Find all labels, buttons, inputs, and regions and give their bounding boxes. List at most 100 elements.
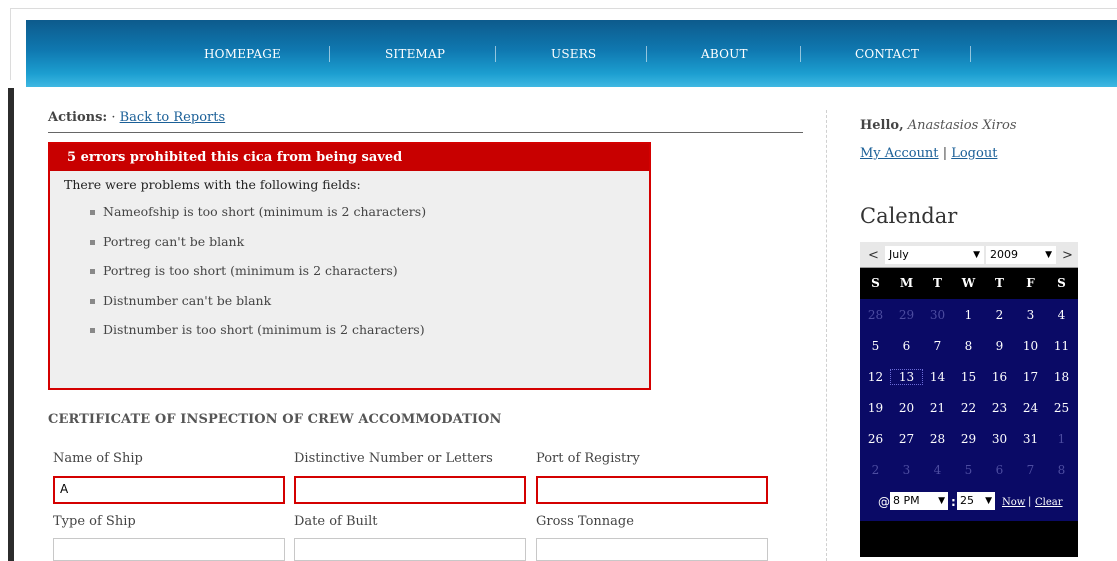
nav-separator [800,46,801,62]
calendar-day[interactable]: 30 [984,432,1015,446]
type-of-ship-input[interactable] [53,538,285,561]
calendar-day[interactable]: 1 [953,308,984,322]
user-name: Anastasios Xiros [907,118,1017,133]
calendar-day[interactable]: 27 [891,432,922,446]
calendar-day[interactable]: 26 [860,432,891,446]
calendar-day[interactable]: 24 [1015,401,1046,415]
calendar-day[interactable]: 6 [984,463,1015,477]
error-text: Portreg is too short (minimum is 2 chara… [103,263,398,278]
calendar-day[interactable]: 5 [953,463,984,477]
calendar-day[interactable]: 8 [1046,463,1077,477]
chevron-down-icon: ▼ [973,250,980,260]
error-item: Nameofship is too short (minimum is 2 ch… [90,202,649,232]
calendar-day[interactable]: 19 [860,401,891,415]
nav-separator [329,46,330,62]
error-text: Nameofship is too short (minimum is 2 ch… [103,204,427,219]
nav-homepage[interactable]: HOMEPAGE [204,47,281,61]
left-border-bar [8,88,14,561]
clear-link[interactable]: Clear [1035,497,1063,508]
calendar-day[interactable]: 13 [890,369,923,385]
weekday-label: T [933,276,942,290]
calendar-day[interactable]: 22 [953,401,984,415]
calendar-day[interactable]: 29 [953,432,984,446]
calendar-day[interactable]: 6 [891,339,922,353]
error-item: Portreg can't be blank [90,232,649,262]
hour-select[interactable]: 8 PM ▼ [890,492,948,510]
calendar-day[interactable]: 14 [922,370,953,384]
error-title: 5 errors prohibited this cica from being… [50,144,649,171]
calendar-controls: < July ▼ 2009 ▼ > [860,242,1078,268]
calendar-day[interactable]: 3 [891,463,922,477]
calendar-day[interactable]: 28 [860,308,891,322]
back-to-reports-link[interactable]: Back to Reports [120,110,226,125]
next-month-icon[interactable]: > [1062,248,1073,263]
weekday-label: M [899,276,914,290]
actions-bullet: · [111,110,116,125]
calendar-day[interactable]: 17 [1015,370,1046,384]
type-of-ship-label: Type of Ship [53,514,136,529]
calendar-day[interactable]: 11 [1046,339,1077,353]
date-of-built-label: Date of Built [294,514,378,529]
month-select[interactable]: July ▼ [885,246,984,264]
calendar-day[interactable]: 31 [1015,432,1046,446]
nav-separator [970,46,971,62]
calendar-day[interactable]: 20 [891,401,922,415]
calendar-day[interactable]: 7 [1015,463,1046,477]
weekday-label: W [961,276,976,290]
now-link[interactable]: Now [1002,497,1025,508]
calendar-day[interactable]: 21 [922,401,953,415]
calendar-day[interactable]: 10 [1015,339,1046,353]
calendar-day[interactable]: 18 [1046,370,1077,384]
calendar-day[interactable]: 5 [860,339,891,353]
calendar-day[interactable]: 2 [984,308,1015,322]
calendar-day[interactable]: 28 [922,432,953,446]
weekday-label: T [995,276,1004,290]
calendar-day[interactable]: 16 [984,370,1015,384]
time-bar: @ 8 PM ▼ : 25 ▼ Now | Clear [860,485,1078,521]
calendar-day[interactable]: 3 [1015,308,1046,322]
calendar-day[interactable]: 30 [922,308,953,322]
logout-link[interactable]: Logout [951,146,997,161]
year-select[interactable]: 2009 ▼ [986,246,1056,264]
error-text: Distnumber is too short (minimum is 2 ch… [103,322,425,337]
name-of-ship-label: Name of Ship [53,451,143,466]
calendar-day[interactable]: 4 [1046,308,1077,322]
distinctive-number-label: Distinctive Number or Letters [294,451,493,466]
calendar-day[interactable]: 7 [922,339,953,353]
nav-contact[interactable]: CONTACT [855,47,919,61]
distinctive-number-input[interactable] [294,476,526,504]
error-text: Distnumber can't be blank [103,292,272,308]
actions-divider [48,132,803,133]
my-account-link[interactable]: My Account [860,146,939,161]
sidebar-divider [826,110,827,561]
calendar-day[interactable]: 15 [953,370,984,384]
time-colon: : [951,495,956,509]
hour-value: 8 PM [893,494,920,507]
gross-tonnage-input[interactable] [536,538,768,561]
weekday-label: S [1057,276,1066,290]
minute-select[interactable]: 25 ▼ [957,492,995,510]
calendar-day[interactable]: 2 [860,463,891,477]
calendar-day[interactable]: 1 [1046,432,1077,446]
date-of-built-input[interactable] [294,538,526,561]
port-of-registry-input[interactable] [536,476,768,504]
nav-about[interactable]: ABOUT [701,47,748,61]
account-links: My Account | Logout [860,146,997,161]
calendar-heading: Calendar [860,204,958,228]
calendar-day[interactable]: 8 [953,339,984,353]
chevron-down-icon: ▼ [1045,250,1052,260]
hello-label: Hello, [860,118,904,133]
calendar-day[interactable]: 23 [984,401,1015,415]
calendar-day[interactable]: 25 [1046,401,1077,415]
calendar-day[interactable]: 9 [984,339,1015,353]
bullet-square-icon [90,210,95,215]
calendar-day[interactable]: 12 [860,370,891,384]
name-of-ship-input[interactable]: A [53,476,285,504]
gross-tonnage-label: Gross Tonnage [536,514,634,529]
chevron-down-icon: ▼ [985,496,992,506]
calendar-day[interactable]: 4 [922,463,953,477]
prev-month-icon[interactable]: < [868,248,879,263]
calendar-day[interactable]: 29 [891,308,922,322]
nav-users[interactable]: USERS [551,47,596,61]
nav-sitemap[interactable]: SITEMAP [385,47,445,61]
